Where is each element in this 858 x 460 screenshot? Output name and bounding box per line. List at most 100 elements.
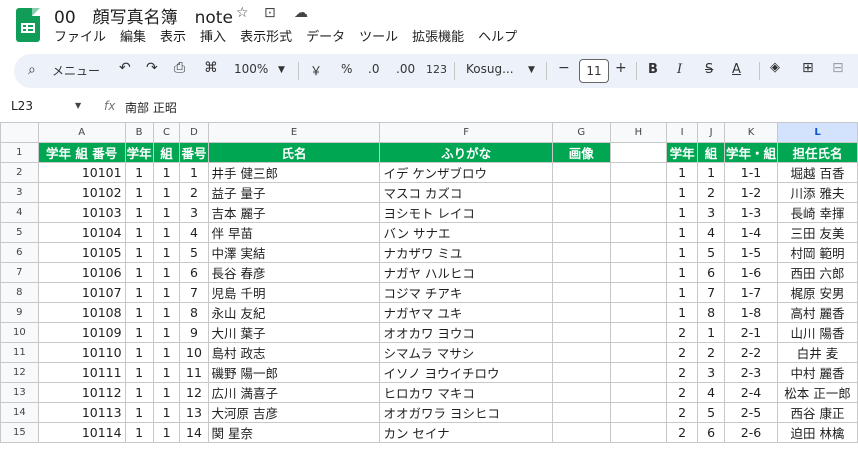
cell[interactable]: 1-5 (723, 242, 779, 263)
cell[interactable]: 2-1 (723, 322, 779, 343)
table-header-cell[interactable]: 画像 (551, 142, 611, 163)
decrease-decimal-button[interactable]: .0 (368, 62, 379, 76)
cell[interactable]: 10 (179, 342, 209, 363)
cell[interactable]: 磯野 陽一郎 (207, 362, 381, 383)
row-header[interactable]: 6 (0, 242, 39, 263)
cell[interactable]: 梶原 安男 (777, 282, 858, 303)
zoom-select[interactable]: 100% (234, 62, 268, 76)
cell[interactable]: 大川 葉子 (207, 322, 381, 343)
column-header[interactable]: C (152, 122, 181, 143)
cell[interactable]: 1 (152, 422, 181, 443)
cell[interactable]: 迫田 林檎 (777, 422, 858, 443)
cell[interactable]: 1 (697, 162, 725, 183)
cell[interactable]: 中村 麗香 (777, 362, 858, 383)
cell[interactable]: 中澤 実結 (207, 242, 381, 263)
table-header-cell[interactable]: 番号 (179, 142, 209, 163)
cell[interactable]: 1 (124, 202, 154, 223)
column-header-selected[interactable]: L (777, 122, 858, 143)
redo-icon[interactable]: ↷ (146, 60, 158, 76)
table-header-cell[interactable]: 組 (152, 142, 181, 163)
cell[interactable] (609, 182, 668, 203)
cell[interactable]: 14 (179, 422, 209, 443)
cell[interactable]: 山川 陽香 (777, 322, 858, 343)
cell[interactable]: 4 (697, 222, 725, 243)
row-header[interactable]: 2 (0, 162, 39, 183)
cell[interactable]: 1 (152, 282, 181, 303)
increase-font-size-button[interactable]: + (615, 60, 627, 76)
cell[interactable]: 10101 (37, 162, 126, 183)
cell[interactable]: 9 (179, 322, 209, 343)
bold-button[interactable]: B (648, 62, 658, 77)
cell[interactable]: 1-4 (723, 222, 779, 243)
cell[interactable]: 高村 麗香 (777, 302, 858, 323)
cell[interactable] (609, 202, 668, 223)
cell[interactable]: 6 (697, 262, 725, 283)
cell[interactable]: 1 (124, 182, 154, 203)
cell[interactable]: 1 (666, 222, 699, 243)
cell[interactable]: 児島 千明 (207, 282, 381, 303)
menu-file[interactable]: ファイル (54, 26, 106, 45)
cell[interactable]: 2-4 (723, 382, 779, 403)
cell[interactable]: 12 (179, 382, 209, 403)
cell[interactable]: 長谷 春彦 (207, 262, 381, 283)
cell[interactable]: 10104 (37, 222, 126, 243)
menu-extensions[interactable]: 拡張機能 (412, 26, 464, 45)
cell[interactable]: 1 (152, 162, 181, 183)
row-header[interactable]: 1 (0, 142, 39, 163)
decrease-font-size-button[interactable]: − (558, 60, 570, 76)
document-title[interactable]: 00 顔写真名簿 note (54, 3, 233, 28)
cell[interactable]: 西田 六郎 (777, 262, 858, 283)
borders-icon[interactable]: ⊞ (802, 60, 814, 76)
cell[interactable]: 5 (697, 402, 725, 423)
cell[interactable]: 10105 (37, 242, 126, 263)
cell[interactable]: シマムラ マサシ (379, 342, 553, 363)
cell[interactable]: 1-7 (723, 282, 779, 303)
cell[interactable]: 10107 (37, 282, 126, 303)
cell[interactable]: 1 (124, 262, 154, 283)
cell[interactable]: 1 (124, 302, 154, 323)
italic-button[interactable]: I (677, 62, 682, 77)
table-header-cell[interactable]: 学年 (124, 142, 154, 163)
cell[interactable]: ヨシモト レイコ (379, 202, 553, 223)
cell[interactable]: 7 (697, 282, 725, 303)
column-header[interactable]: J (697, 122, 725, 143)
cell[interactable]: 1 (124, 282, 154, 303)
cell[interactable]: 10111 (37, 362, 126, 383)
cell[interactable]: 1 (666, 242, 699, 263)
cell[interactable]: 2-5 (723, 402, 779, 423)
cell[interactable] (609, 162, 668, 183)
row-header[interactable]: 12 (0, 362, 39, 383)
cell[interactable]: 10103 (37, 202, 126, 223)
row-header[interactable]: 5 (0, 222, 39, 243)
cell[interactable] (609, 302, 668, 323)
column-header[interactable]: K (723, 122, 779, 143)
cell[interactable]: 白井 麦 (777, 342, 858, 363)
column-header[interactable]: D (179, 122, 209, 143)
cell[interactable]: 1 (666, 162, 699, 183)
column-header[interactable]: F (379, 122, 553, 143)
chevron-down-icon[interactable]: ▼ (75, 101, 81, 110)
cell[interactable]: 1 (152, 262, 181, 283)
currency-format-button[interactable]: ￥ (310, 62, 322, 79)
table-header-cell[interactable]: 組 (697, 142, 725, 163)
row-header[interactable]: 11 (0, 342, 39, 363)
star-icon[interactable]: ☆ (236, 5, 249, 21)
cell[interactable]: 川添 雅夫 (777, 182, 858, 203)
cell[interactable]: 1 (152, 242, 181, 263)
cell[interactable]: 大河原 吉彦 (207, 402, 381, 423)
sheets-logo-icon[interactable] (16, 8, 40, 42)
cell[interactable] (609, 382, 668, 403)
menu-search-input[interactable]: メニュー (52, 62, 100, 79)
cell[interactable]: カン セイナ (379, 422, 553, 443)
print-icon[interactable]: ⎙ (174, 60, 185, 76)
font-size-input[interactable]: 11 (579, 59, 609, 83)
cell[interactable]: 3 (179, 202, 209, 223)
row-header[interactable]: 7 (0, 262, 39, 283)
table-header-cell[interactable]: 担任氏名 (777, 142, 858, 163)
table-header-cell[interactable]: 学年 (666, 142, 699, 163)
cell[interactable]: 村岡 範明 (777, 242, 858, 263)
cell[interactable]: 1-1 (723, 162, 779, 183)
cell[interactable] (551, 162, 611, 183)
move-folder-icon[interactable]: ⊡ (264, 5, 276, 21)
chevron-down-icon[interactable]: ▼ (528, 65, 535, 75)
